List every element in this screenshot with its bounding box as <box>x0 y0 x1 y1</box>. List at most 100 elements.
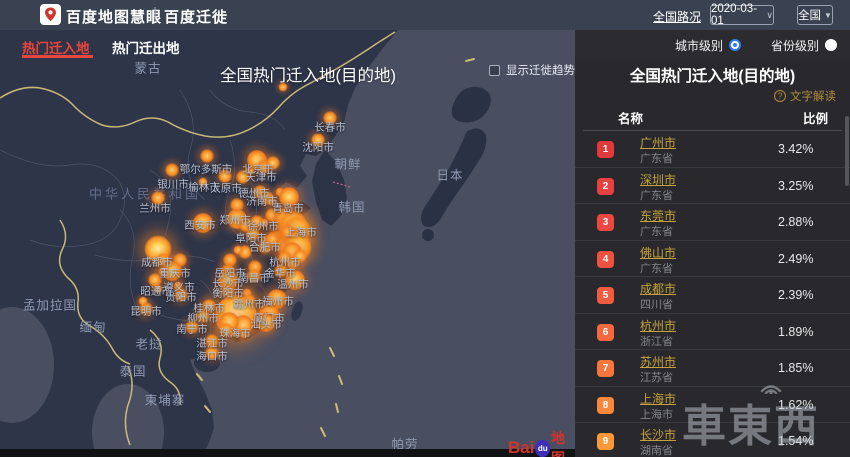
city-label[interactable]: 合肥市 <box>249 240 281 255</box>
city-link[interactable]: 深圳市 <box>640 171 676 188</box>
city-link[interactable]: 佛山市 <box>640 244 676 261</box>
baidu-migration-app: 百度地图慧眼 | 百度迁徙 全国路况 2020-03-01 ∨ 全国 ▼ <box>0 0 850 457</box>
province-label: 广东省 <box>640 223 673 239</box>
text-explain-link[interactable]: ? 文字解读 <box>774 88 836 104</box>
ratio-value: 2.39% <box>778 288 813 302</box>
ratio-value: 1.62% <box>778 398 813 412</box>
rank-badge: 1 <box>597 141 614 158</box>
ratio-value: 3.25% <box>778 179 813 193</box>
table-row: 6 杭州市 浙江省 1.89% <box>575 314 850 351</box>
country-label: 泰国 <box>119 361 146 380</box>
country-label: 老挝 <box>135 334 162 353</box>
tab-move-in[interactable]: 热门迁入地 <box>22 37 90 57</box>
province-label: 广东省 <box>640 150 673 166</box>
city-label[interactable]: 郑州市 <box>219 213 251 228</box>
rank-badge: 4 <box>597 251 614 268</box>
city-label[interactable]: 汕头市 <box>250 317 282 332</box>
city-label[interactable]: 重庆市 <box>159 266 191 281</box>
city-label[interactable]: 海口市 <box>196 349 228 364</box>
city-label[interactable]: 太原市 <box>210 181 242 196</box>
radio-province-level[interactable]: 省份级别 <box>771 37 837 54</box>
province-label: 浙江省 <box>640 333 673 349</box>
question-circle-icon: ? <box>774 90 786 102</box>
text-explain-label: 文字解读 <box>790 88 836 104</box>
rank-badge: 2 <box>597 178 614 195</box>
country-label: 柬埔寨 <box>145 390 186 409</box>
column-name: 名称 <box>618 108 643 127</box>
ratio-value: 1.85% <box>778 361 813 375</box>
national-traffic-link[interactable]: 全国路况 <box>653 8 701 25</box>
city-label[interactable]: 南宁市 <box>176 322 208 337</box>
city-label[interactable]: 青岛市 <box>272 201 304 216</box>
city-link[interactable]: 杭州市 <box>640 317 676 334</box>
baidu-logo-bai: Bai <box>508 438 534 457</box>
ratio-value: 3.42% <box>778 142 813 156</box>
rank-badge: 5 <box>597 287 614 304</box>
city-link[interactable]: 东莞市 <box>640 207 676 224</box>
column-ratio: 比例 <box>803 108 828 127</box>
province-label: 江苏省 <box>640 369 673 385</box>
radio-city-label: 城市级别 <box>675 37 723 54</box>
country-label: 日本 <box>436 165 463 184</box>
brand-title: 百度地图慧眼 <box>66 6 162 27</box>
city-link[interactable]: 苏州市 <box>640 353 676 370</box>
table-row: 9 长沙市 湖南省 1.54% <box>575 423 850 457</box>
province-label: 广东省 <box>640 260 673 276</box>
city-label[interactable]: 沈阳市 <box>302 140 334 155</box>
city-link[interactable]: 成都市 <box>640 280 676 297</box>
tab-move-out[interactable]: 热门迁出地 <box>112 37 180 57</box>
panel-scrollbar[interactable] <box>845 116 849 186</box>
city-link[interactable]: 长沙市 <box>640 426 676 443</box>
city-label[interactable]: 温州市 <box>277 277 309 292</box>
ratio-value: 1.89% <box>778 325 813 339</box>
level-radio-row: 城市级别 省份级别 <box>575 30 850 60</box>
city-label[interactable]: 天津市 <box>245 170 277 185</box>
city-label[interactable]: 贵阳市 <box>165 290 197 305</box>
date-value: 2020-03-01 <box>711 3 762 27</box>
city-label[interactable]: 银川市 <box>157 177 189 192</box>
country-label: 缅甸 <box>79 317 106 336</box>
date-picker[interactable]: 2020-03-01 ∨ <box>710 5 774 25</box>
map-bottom-strip <box>0 449 575 457</box>
city-label[interactable]: 长春市 <box>314 120 346 135</box>
region-value: 全国 <box>798 7 821 23</box>
chevron-down-icon: ∨ <box>766 10 773 21</box>
active-tab-underline <box>22 55 93 58</box>
table-row: 7 苏州市 江苏省 1.85% <box>575 350 850 387</box>
heat-dot <box>234 246 243 255</box>
city-label[interactable]: 兰州市 <box>139 201 171 216</box>
ratio-value: 1.54% <box>778 434 813 448</box>
checkbox-icon[interactable] <box>489 65 500 76</box>
region-dropdown[interactable]: 全国 ▼ <box>797 5 833 25</box>
show-trend-checkbox[interactable]: 显示迁徙趋势 <box>489 62 575 78</box>
province-label: 四川省 <box>640 296 673 312</box>
radio-unselected-icon[interactable] <box>825 39 837 51</box>
table-row: 4 佛山市 广东省 2.49% <box>575 241 850 278</box>
city-link[interactable]: 上海市 <box>640 390 676 407</box>
migration-map[interactable]: 热门迁入地 热门迁出地 全国热门迁入地(目的地) 显示迁徙趋势 中华人民共和国 … <box>0 30 575 457</box>
baidu-map-pin-icon[interactable] <box>40 4 61 25</box>
city-link[interactable]: 广州市 <box>640 134 676 151</box>
brand-divider: | <box>153 5 157 22</box>
ratio-value: 2.88% <box>778 215 813 229</box>
radio-city-level[interactable]: 城市级别 <box>675 37 741 54</box>
caret-down-icon: ▼ <box>824 11 832 20</box>
baidu-map-watermark-logo: Bai du 地图 <box>508 428 575 457</box>
radio-selected-icon[interactable] <box>729 39 741 51</box>
city-label[interactable]: 昆明市 <box>130 304 162 319</box>
table-row: 3 东莞市 广东省 2.88% <box>575 204 850 241</box>
rank-badge: 8 <box>597 397 614 414</box>
city-label[interactable]: 赣州市 <box>233 297 265 312</box>
province-label: 广东省 <box>640 187 673 203</box>
country-label: 蒙古 <box>134 58 161 77</box>
table-row: 2 深圳市 广东省 3.25% <box>575 168 850 205</box>
city-label[interactable]: 西安市 <box>184 218 216 233</box>
city-label[interactable]: 上海市 <box>285 225 317 240</box>
ranking-panel: 城市级别 省份级别 全国热门迁入地(目的地) ? 文字解读 名称 比例 1 广州… <box>575 30 850 457</box>
table-header: 名称 比例 <box>575 108 850 128</box>
city-label[interactable]: 鄂尔多斯市 <box>180 162 233 177</box>
rank-badge: 9 <box>597 433 614 450</box>
province-label: 湖南省 <box>640 442 673 457</box>
city-label[interactable]: 福州市 <box>262 294 294 309</box>
country-label: 朝鲜 <box>334 154 361 173</box>
